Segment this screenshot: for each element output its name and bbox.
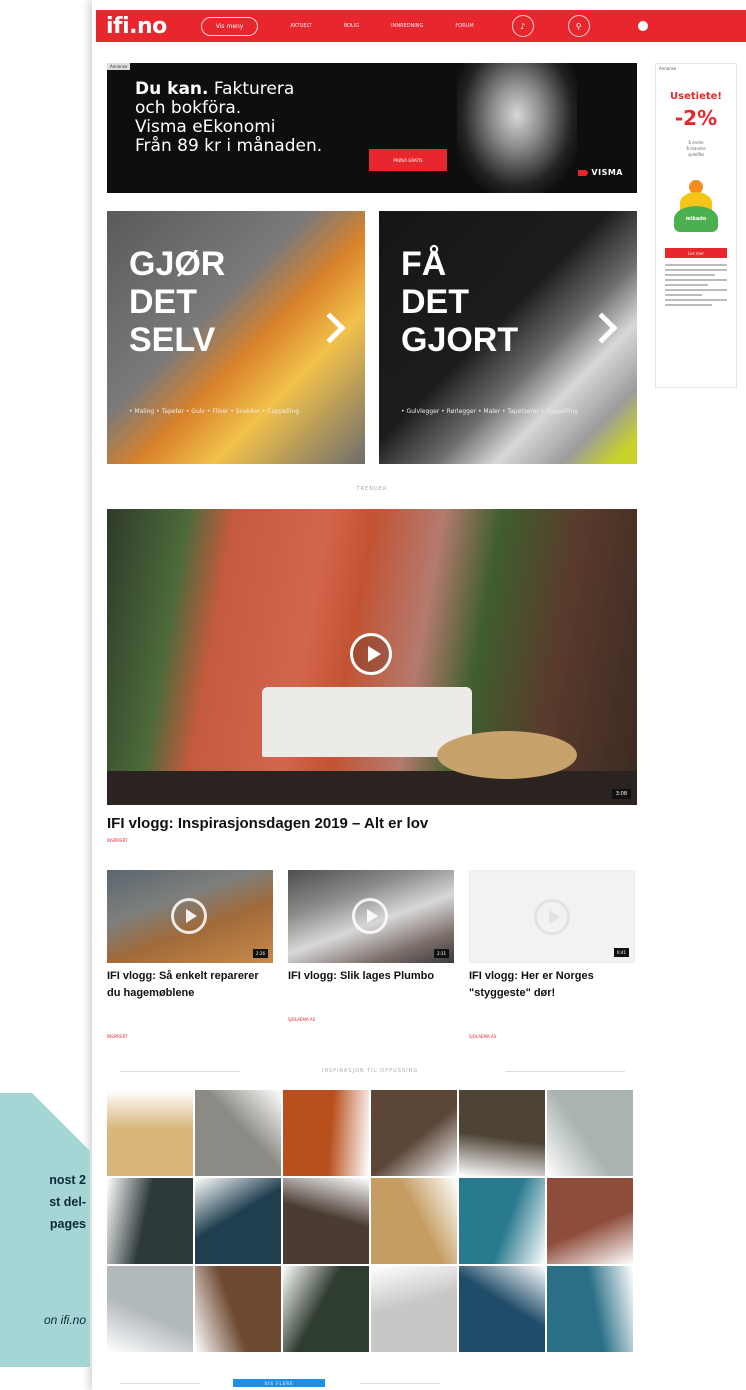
nav-item-innredning[interactable]: INNREDNING [391,23,423,29]
divider [505,1071,625,1072]
side-ad-button[interactable]: Les mer [665,248,727,258]
inspiration-tile[interactable] [283,1178,369,1264]
inspiration-tile[interactable] [195,1178,281,1264]
feature-tag[interactable]: INSPIRERT [107,838,128,843]
nav-item-bolig[interactable]: BOLIG [344,23,359,29]
table-image-detail [437,731,577,779]
inspiration-tile[interactable] [195,1266,281,1352]
divider [360,1383,440,1384]
ad-headline: Du kan. Fakturera och bokföra. Visma eEk… [135,79,323,156]
site-header: ifi.no Vis meny AKTUELT BOLIG INNREDNING… [96,10,746,42]
tile-links[interactable]: • Maling • Tapeter • Gulv • Fliser • Sne… [129,404,349,420]
search-icon[interactable]: ⚲ [567,15,590,37]
tile-gjor-det-selv[interactable]: GJØR DET SELV • Maling • Tapeter • Gulv … [107,211,365,464]
tile-title: FÅ DET GJORT [401,245,519,359]
chevron-right-icon[interactable] [586,312,618,344]
inspiration-tile[interactable] [107,1090,193,1176]
bell-icon[interactable]: ♪ [511,15,534,37]
inspiration-tile[interactable] [371,1266,457,1352]
section-label-trender: TRENDER [356,486,388,492]
video-thumbnail[interactable]: 2:31 [288,870,454,963]
video-title[interactable]: IFI vlogg: Her er Norges "styggeste" dør… [469,968,635,1002]
side-ad-percent: -2% [674,106,718,130]
video-duration: 0:41 [614,948,629,957]
side-ad-title: Usetiete! [670,91,722,102]
play-icon[interactable] [534,899,570,935]
inspiration-tile[interactable] [195,1090,281,1176]
ad-brand-logo: VISMA [578,168,623,177]
video-duration: 2:31 [434,949,449,958]
chevron-right-icon[interactable] [314,312,346,344]
ad-cta-button[interactable]: PRØVA GRATIS [369,149,447,171]
nav-item-forum[interactable]: FORUM [455,23,473,29]
tile-links[interactable]: • Gulvlegger • Rørlegger • Maler • Tapet… [401,404,621,420]
section-label-inspiration: INSPIRASJON TIL OPPUSSING [321,1068,419,1074]
caption-callout-subtitle: on ifi.no [43,1313,86,1327]
video-duration: 3:08 [611,789,631,799]
video-duration: 2:26 [253,949,268,958]
inspiration-tile[interactable] [459,1266,545,1352]
video-title[interactable]: IFI vlogg: Så enkelt reparerer du hagemø… [107,968,273,1002]
video-tag[interactable]: INSPIRERT [107,1034,128,1039]
inspiration-tile[interactable] [459,1178,545,1264]
feature-video-title[interactable]: IFI vlogg: Inspirasjonsdagen 2019 – Alt … [107,815,428,832]
show-more-button[interactable]: VIS FLERE [233,1379,325,1387]
inspiration-tile[interactable] [283,1090,369,1176]
site-logo[interactable]: ifi.no [106,14,167,39]
video-thumbnail[interactable]: 2:26 [107,870,273,963]
user-icon[interactable] [637,21,648,31]
ad-label: Annonse [107,63,131,70]
inspiration-tile[interactable] [371,1090,457,1176]
inspiration-grid [107,1090,635,1352]
feature-video[interactable]: 3:08 [107,509,637,805]
video-tag[interactable]: SJOLAEMA AS [288,1017,315,1022]
play-icon[interactable] [171,898,207,934]
side-ad-fineprint [665,264,727,306]
inspiration-tile[interactable] [107,1178,193,1264]
mikado-logo-icon: mikado [674,180,718,232]
video-tag[interactable]: SJOLAEMA AS [469,1034,496,1039]
ad-banner[interactable]: Annonse Du kan. Fakturera och bokföra. V… [107,63,637,193]
inspiration-tile[interactable] [283,1266,369,1352]
nav-item-aktuelt[interactable]: AKTUELT [290,23,311,29]
video-thumbnail[interactable]: 0:41 [469,870,635,963]
inspiration-tile[interactable] [547,1266,633,1352]
inspiration-tile[interactable] [547,1090,633,1176]
menu-button[interactable]: Vis meny [200,16,259,36]
side-ad-label: Annonse [659,66,677,71]
side-ad[interactable]: Annonse Usetiete! -2% å endre å mandre s… [655,63,737,388]
caption-callout-text: nost 2 st del- pages [49,1173,86,1231]
inspiration-tile[interactable] [371,1178,457,1264]
side-ad-subtitle: å endre å mandre spleiflte [686,140,706,157]
tile-fa-det-gjort[interactable]: FÅ DET GJORT • Gulvlegger • Rørlegger • … [379,211,637,464]
video-title[interactable]: IFI vlogg: Slik lages Plumbo [288,968,454,985]
play-icon[interactable] [352,898,388,934]
divider [120,1071,240,1072]
divider [120,1383,200,1384]
ad-portrait-image [457,63,577,193]
play-icon[interactable] [350,633,392,675]
inspiration-tile[interactable] [547,1178,633,1264]
inspiration-tile[interactable] [459,1090,545,1176]
tile-title: GJØR DET SELV [129,245,226,359]
inspiration-tile[interactable] [107,1266,193,1352]
